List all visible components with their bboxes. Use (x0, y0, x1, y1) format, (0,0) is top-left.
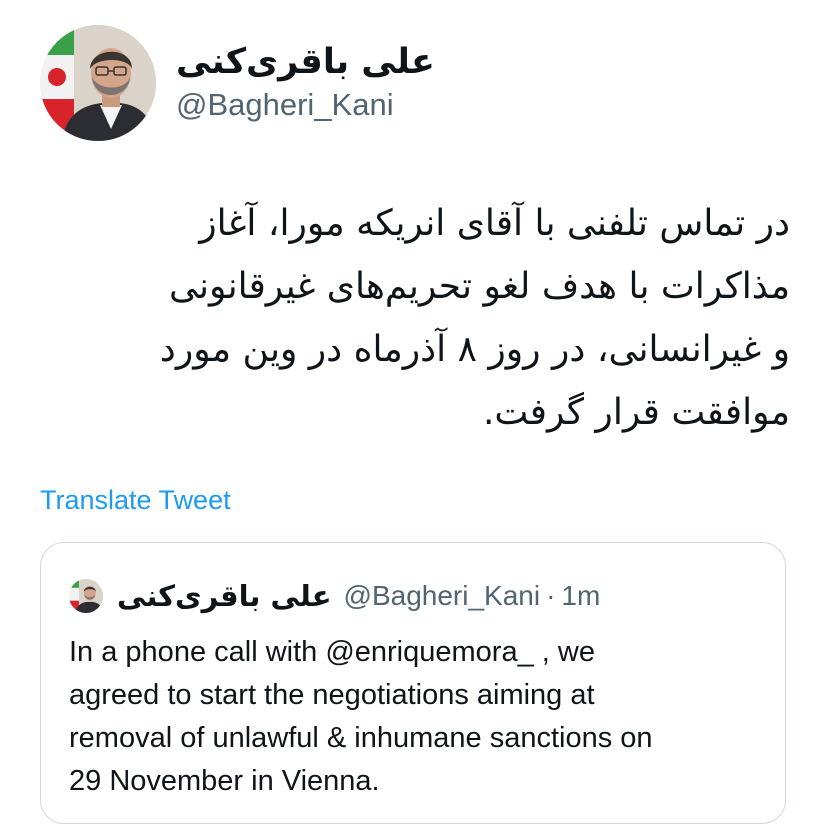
quoted-author-handle[interactable]: @Bagheri_Kani (344, 580, 541, 612)
dot-separator: · (546, 580, 556, 611)
profile-photo-icon (69, 579, 103, 613)
quoted-tweet-text-line: 29 November in Vienna. (69, 765, 380, 797)
tweet-text-line: و غیرانسانی، در روز ۸ آذرماه در وین مورد (159, 329, 790, 370)
quoted-tweet-text-line: In a phone call with @enriquemora_ , we (69, 636, 595, 668)
quoted-author-avatar[interactable] (69, 579, 103, 613)
translate-tweet-link[interactable]: Translate Tweet (40, 485, 231, 516)
quoted-tweet-text-line: agreed to start the negotiations aiming … (69, 679, 595, 711)
quoted-author-display-name[interactable]: علی باقری‌کنی (117, 579, 332, 613)
quoted-tweet-card[interactable]: علی باقری‌کنی @Bagheri_Kani · 1m In a ph… (40, 542, 786, 824)
quoted-tweet-header: علی باقری‌کنی @Bagheri_Kani · 1m (69, 576, 600, 616)
profile-photo-icon (40, 25, 156, 141)
quoted-tweet-text: In a phone call with @enriquemora_ , we … (69, 631, 769, 803)
tweet-text: در تماس تلفنی با آقای انریکه مورا، آغاز … (30, 192, 790, 444)
tweet-text-line: در تماس تلفنی با آقای انریکه مورا، آغاز (199, 203, 790, 244)
quoted-tweet-text-line: removal of unlawful & inhumane sanctions… (69, 722, 653, 754)
tweet-text-line: موافقت قرار گرفت. (482, 392, 790, 433)
author-display-name[interactable]: علی باقری‌کنی (176, 40, 435, 84)
author-avatar[interactable] (40, 25, 156, 141)
quoted-tweet-timestamp[interactable]: 1m (561, 580, 600, 612)
tweet-text-line: مذاکرات با هدف لغو تحریم‌های غیرقانونی (168, 266, 790, 307)
author-handle[interactable]: @Bagheri_Kani (176, 85, 394, 125)
